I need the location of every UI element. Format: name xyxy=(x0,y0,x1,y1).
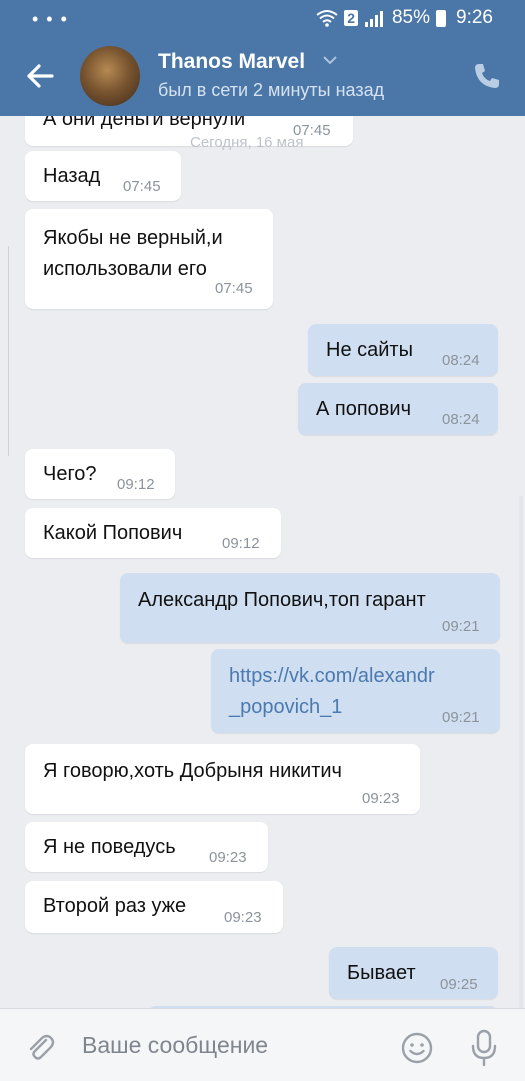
microphone-icon[interactable] xyxy=(468,1029,500,1067)
scrollbar[interactable] xyxy=(519,496,523,1008)
message-list[interactable]: А они деньги вернули 07:45 Сегодня, 16 м… xyxy=(0,116,525,1008)
message-bubble-incoming[interactable]: Назад 07:45 xyxy=(25,151,181,201)
message-bubble-incoming[interactable]: Чего? 09:12 xyxy=(25,449,175,499)
message-text: Назад xyxy=(43,165,101,187)
status-bar: ••• 2 85% 9:26 xyxy=(0,0,525,36)
message-bubble-incoming[interactable]: Якобы не верный,и использовали его 07:45 xyxy=(25,209,273,309)
message-bubble-incoming[interactable]: Какой Попович 09:12 xyxy=(25,508,281,558)
message-text: А попович xyxy=(316,398,412,420)
message-text: Я говорю,хоть Добрыня никитич xyxy=(43,760,342,782)
message-text: Я не поведусь xyxy=(43,836,176,858)
phone-icon[interactable] xyxy=(471,60,503,92)
message-time: 09:23 xyxy=(362,790,400,807)
message-bubble-incoming[interactable]: Второй раз уже 09:23 xyxy=(25,881,283,933)
date-separator: Сегодня, 16 мая xyxy=(190,134,304,151)
battery-icon xyxy=(436,9,447,27)
message-time: 09:23 xyxy=(209,849,247,866)
status-indicators: 2 85% 9:26 xyxy=(316,7,493,29)
message-text: Бывает xyxy=(347,962,416,984)
message-bubble-incoming[interactable]: Я не поведусь 09:23 xyxy=(25,822,268,872)
notification-icons: ••• xyxy=(32,9,75,29)
contact-status: был в сети 2 минуты назад xyxy=(158,80,385,100)
message-time: 08:24 xyxy=(442,352,480,369)
message-text: Александр Попович,топ гарант xyxy=(138,589,426,611)
message-time: 09:12 xyxy=(117,476,155,493)
message-time: 08:24 xyxy=(442,411,480,428)
chat-header: Thanos Marvel был в сети 2 минуты назад xyxy=(0,36,525,116)
message-bubble-incoming[interactable]: А они деньги вернули 07:45 xyxy=(25,116,353,146)
message-text: Какой Попович xyxy=(43,522,183,544)
chevron-down-icon[interactable] xyxy=(322,54,338,66)
message-bubble-outgoing[interactable]: Александр Попович,топ гарант 09:21 xyxy=(120,573,500,643)
emoji-icon[interactable] xyxy=(400,1031,434,1065)
avatar[interactable] xyxy=(80,46,140,106)
message-bubble-incoming[interactable]: Я говорю,хоть Добрыня никитич 09:23 xyxy=(25,744,420,814)
signal-icon xyxy=(364,11,383,27)
back-arrow-icon[interactable] xyxy=(22,58,58,94)
message-text: А они деньги вернули xyxy=(43,116,246,130)
message-time: 09:21 xyxy=(442,618,480,635)
message-time: 07:45 xyxy=(215,280,253,297)
wifi-icon xyxy=(316,10,338,27)
sim-indicator: 2 xyxy=(344,10,358,26)
message-text: Чего? xyxy=(43,463,97,485)
message-input[interactable] xyxy=(82,1027,382,1063)
message-time: 09:25 xyxy=(440,976,478,993)
clock: 9:26 xyxy=(456,7,493,28)
battery-percent: 85% xyxy=(391,7,431,28)
message-time: 09:23 xyxy=(224,909,262,926)
message-text: Не сайты xyxy=(326,339,413,361)
message-time: 07:45 xyxy=(123,178,161,195)
message-bubble-outgoing[interactable]: Бывает 09:25 xyxy=(329,947,498,999)
message-time: 09:21 xyxy=(442,709,480,726)
message-time: 09:12 xyxy=(222,535,260,552)
message-bubble-outgoing[interactable]: А попович 08:24 xyxy=(298,383,498,435)
message-composer xyxy=(0,1008,525,1081)
attach-icon[interactable] xyxy=(24,1031,56,1063)
message-bubble-outgoing[interactable]: https://vk.com/alexandr _popovich_1 09:2… xyxy=(211,649,500,733)
message-text: Якобы не верный,и использовали его xyxy=(43,227,223,280)
left-edge xyxy=(0,246,9,456)
message-bubble-outgoing[interactable]: Не сайты 08:24 xyxy=(308,324,498,376)
contact-name[interactable]: Thanos Marvel xyxy=(158,50,305,74)
message-link[interactable]: https://vk.com/alexandr _popovich_1 xyxy=(229,661,435,723)
message-text: Второй раз уже xyxy=(43,895,187,917)
